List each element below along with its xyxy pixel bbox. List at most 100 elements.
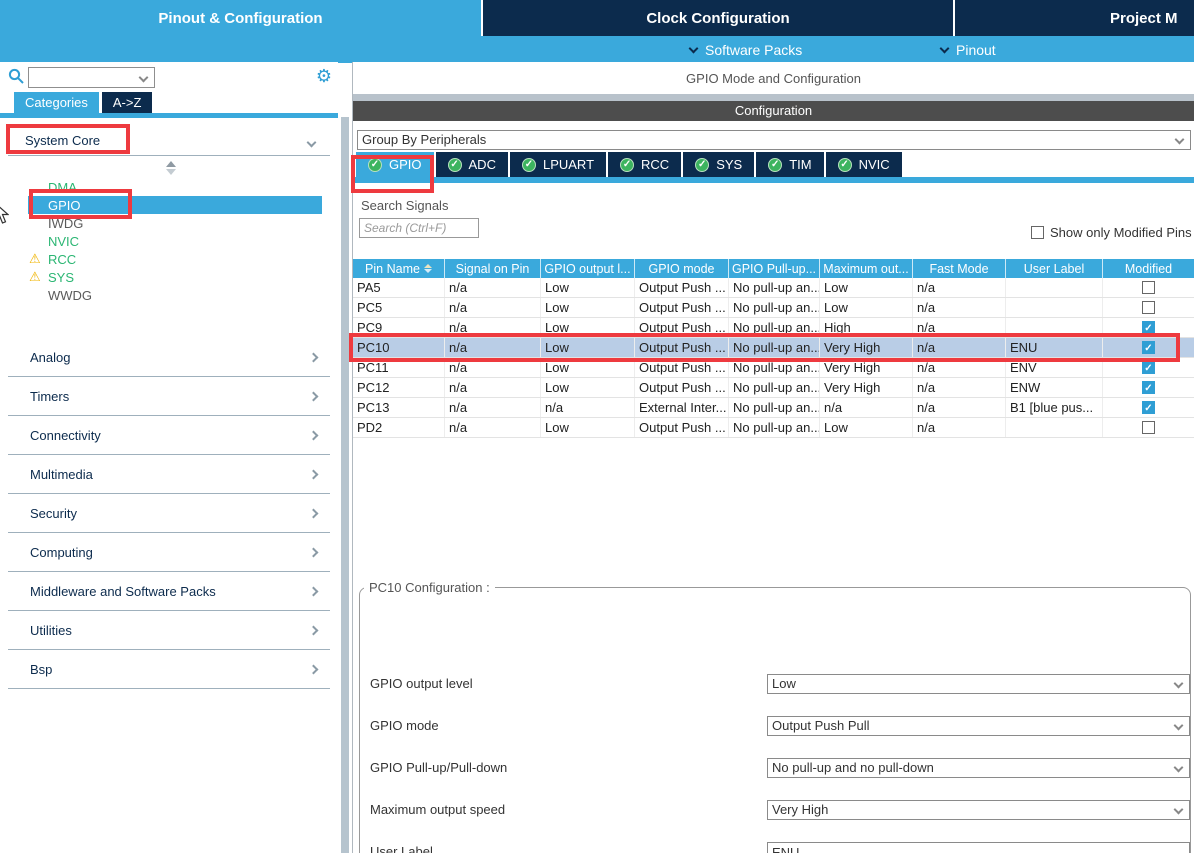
mouse-cursor-icon: [0, 202, 9, 226]
column-header-pin-name[interactable]: Pin Name: [353, 259, 445, 278]
modified-checkbox[interactable]: ✓: [1142, 381, 1155, 394]
peripheral-tab-gpio[interactable]: ✓GPIO: [356, 152, 434, 177]
column-header-label: Modified: [1125, 262, 1172, 276]
sidebar-category-connectivity[interactable]: Connectivity: [8, 416, 330, 455]
group-by-dropdown[interactable]: Group By Peripherals: [357, 130, 1191, 150]
column-header-maximum-out[interactable]: Maximum out...: [820, 259, 913, 278]
field-select-maximum-output-speed[interactable]: Very High: [767, 800, 1190, 820]
sidebar-category-multimedia[interactable]: Multimedia: [8, 455, 330, 494]
field-select-gpio-output-level[interactable]: Low: [767, 674, 1190, 694]
table-row-pc9[interactable]: PC9n/aLowOutput Push ...No pull-up an...…: [353, 318, 1194, 338]
table-row-pd2[interactable]: PD2n/aLowOutput Push ...No pull-up an...…: [353, 418, 1194, 438]
column-header-gpio-mode[interactable]: GPIO mode: [635, 259, 729, 278]
modified-checkbox[interactable]: [1142, 421, 1155, 434]
modified-checkbox[interactable]: ✓: [1142, 341, 1155, 354]
modified-checkbox[interactable]: [1142, 281, 1155, 294]
field-select-gpio-mode[interactable]: Output Push Pull: [767, 716, 1190, 736]
top-tab-pinout-configuration[interactable]: Pinout & Configuration: [0, 0, 481, 36]
column-header-gpio-output-l[interactable]: GPIO output l...: [541, 259, 635, 278]
sidebar-category-label: Timers: [30, 389, 69, 404]
cell-modified: ✓: [1103, 378, 1194, 397]
show-only-modified-checkbox[interactable]: [1031, 226, 1044, 239]
show-only-modified-label: Show only Modified Pins: [1050, 225, 1192, 240]
sidebar-item-sys[interactable]: ⚠SYS: [28, 268, 322, 286]
field-input-user-label[interactable]: [767, 842, 1190, 853]
cell-fast-mode: n/a: [913, 298, 1006, 317]
peripheral-tab-sys[interactable]: ✓SYS: [683, 152, 754, 177]
table-row-pc5[interactable]: PC5n/aLowOutput Push ...No pull-up an...…: [353, 298, 1194, 318]
sidebar-category-label: Middleware and Software Packs: [30, 584, 216, 599]
peripheral-tab-rcc[interactable]: ✓RCC: [608, 152, 681, 177]
sub-nav-software-packs[interactable]: Software Packs: [690, 36, 802, 63]
modified-checkbox[interactable]: ✓: [1142, 361, 1155, 374]
top-tab-project-m[interactable]: Project M: [955, 0, 1194, 36]
column-header-fast-mode[interactable]: Fast Mode: [913, 259, 1006, 278]
pc10-configuration-group: PC10 Configuration : GPIO output levelLo…: [359, 580, 1191, 853]
show-only-modified-pins[interactable]: Show only Modified Pins: [1031, 225, 1192, 240]
ip-search-combobox[interactable]: [28, 67, 155, 88]
search-signals-input[interactable]: [359, 218, 479, 238]
sort-icon[interactable]: [424, 264, 432, 273]
sidebar-tab-categories[interactable]: Categories: [14, 92, 99, 113]
sidebar-category-analog[interactable]: Analog: [8, 338, 330, 377]
sidebar-item-nvic[interactable]: NVIC: [28, 232, 322, 250]
table-row-pc10[interactable]: PC10n/aLowOutput Push ...No pull-up an..…: [353, 338, 1194, 358]
field-select-gpio-pull-up-pull-down[interactable]: No pull-up and no pull-down: [767, 758, 1190, 778]
sidebar-item-iwdg[interactable]: IWDG: [28, 214, 322, 232]
sidebar-category-bsp[interactable]: Bsp: [8, 650, 330, 689]
sidebar-category-label: Connectivity: [30, 428, 101, 443]
table-row-pc13[interactable]: PC13n/an/aExternal Inter...No pull-up an…: [353, 398, 1194, 418]
sidebar-item-rcc[interactable]: ⚠RCC: [28, 250, 322, 268]
cell-gpio-output-l: Low: [541, 318, 635, 337]
peripheral-tab-label: ADC: [469, 157, 496, 172]
cell-modified: ✓: [1103, 398, 1194, 417]
chevron-down-icon: [940, 43, 950, 53]
table-row-pc11[interactable]: PC11n/aLowOutput Push ...No pull-up an..…: [353, 358, 1194, 378]
sidebar-item-wwdg[interactable]: WWDG: [28, 286, 322, 304]
sidebar-category-middleware-and-software-packs[interactable]: Middleware and Software Packs: [8, 572, 330, 611]
category-system-core[interactable]: System Core: [25, 133, 100, 148]
top-tab-clock-configuration[interactable]: Clock Configuration: [483, 0, 953, 36]
chevron-right-icon: [309, 391, 319, 401]
column-header-user-label[interactable]: User Label: [1006, 259, 1103, 278]
peripheral-tab-label: NVIC: [859, 157, 890, 172]
table-row-pa5[interactable]: PA5n/aLowOutput Push ...No pull-up an...…: [353, 278, 1194, 298]
sub-nav-pinout[interactable]: Pinout: [941, 36, 996, 63]
mode-section-collapsed-bar[interactable]: [353, 94, 1194, 101]
field-label-maximum-output-speed: Maximum output speed: [370, 800, 505, 820]
chevron-right-icon: [309, 508, 319, 518]
table-row-pc12[interactable]: PC12n/aLowOutput Push ...No pull-up an..…: [353, 378, 1194, 398]
sidebar-item-dma[interactable]: DMA: [28, 178, 322, 196]
cell-user-label: [1006, 418, 1103, 437]
sidebar-item-gpio[interactable]: GPIO: [28, 196, 322, 214]
column-header-signal-on-pin[interactable]: Signal on Pin: [445, 259, 541, 278]
sort-down-icon: [424, 269, 432, 273]
peripheral-tab-label: RCC: [641, 157, 669, 172]
sidebar-category-timers[interactable]: Timers: [8, 377, 330, 416]
column-header-label: GPIO output l...: [544, 262, 630, 276]
peripheral-tab-nvic[interactable]: ✓NVIC: [826, 152, 902, 177]
sidebar-category-security[interactable]: Security: [8, 494, 330, 533]
sidebar-category-computing[interactable]: Computing: [8, 533, 330, 572]
peripheral-tab-tim[interactable]: ✓TIM: [756, 152, 823, 177]
modified-checkbox[interactable]: ✓: [1142, 321, 1155, 334]
sidebar-tab-a-z[interactable]: A->Z: [102, 92, 153, 113]
sort-control-icon[interactable]: [166, 161, 176, 175]
column-header-modified[interactable]: Modified: [1103, 259, 1194, 278]
chevron-right-icon: [309, 469, 319, 479]
sidebar-splitter[interactable]: [341, 117, 349, 853]
cell-gpio-output-l: Low: [541, 298, 635, 317]
modified-checkbox[interactable]: ✓: [1142, 401, 1155, 414]
chevron-down-icon: [1174, 721, 1184, 731]
field-label-user-label: User Label: [370, 842, 433, 853]
peripheral-tab-lpuart[interactable]: ✓LPUART: [510, 152, 606, 177]
cell-gpio-output-l: Low: [541, 338, 635, 357]
gear-icon[interactable]: ⚙: [316, 64, 332, 88]
peripheral-tab-adc[interactable]: ✓ADC: [436, 152, 508, 177]
chevron-right-icon: [309, 664, 319, 674]
cell-gpio-output-l: Low: [541, 418, 635, 437]
sidebar-category-utilities[interactable]: Utilities: [8, 611, 330, 650]
column-header-gpio-pull-up[interactable]: GPIO Pull-up...: [729, 259, 820, 278]
cell-pin-name: PC12: [353, 378, 445, 397]
modified-checkbox[interactable]: [1142, 301, 1155, 314]
